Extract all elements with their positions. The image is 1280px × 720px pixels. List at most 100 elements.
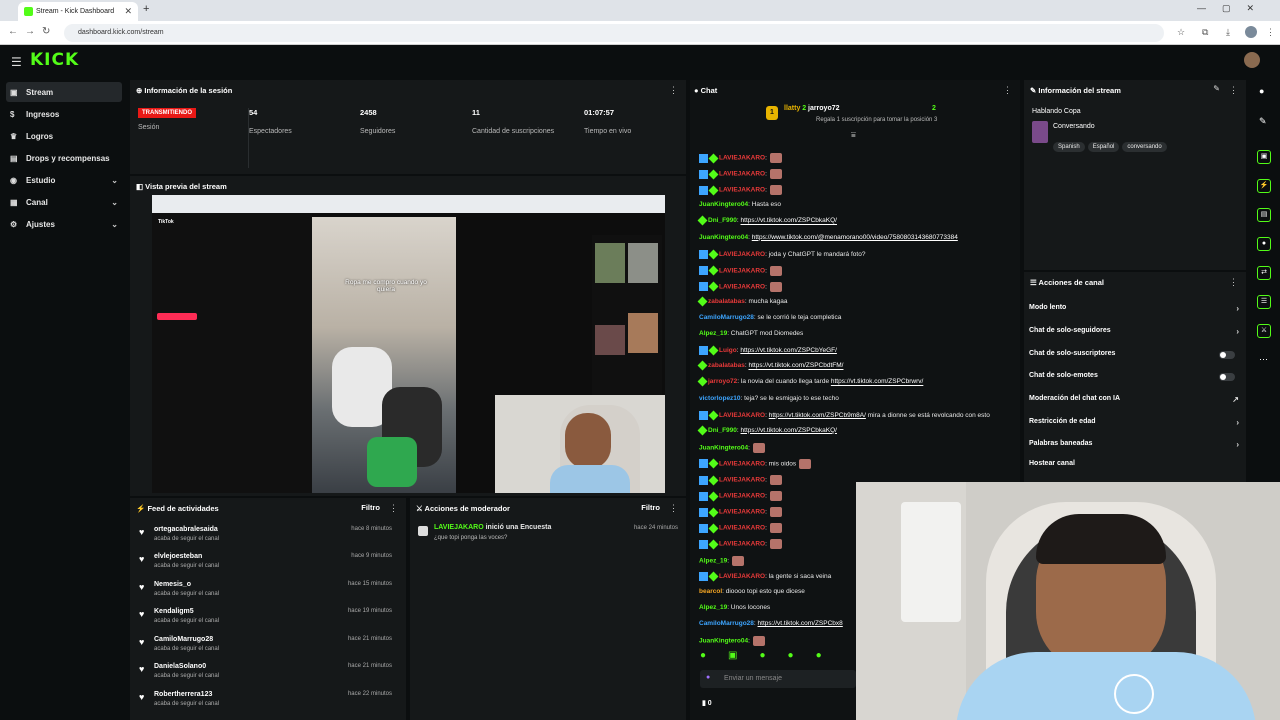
chat-widget-icon[interactable]: ●: [1257, 237, 1271, 251]
extensions-icon[interactable]: ⧉: [1202, 27, 1208, 38]
action-host-channel[interactable]: Hostear canal: [1029, 460, 1239, 476]
chat-username[interactable]: JuanKingtero04: [699, 234, 748, 241]
action-slow-mode[interactable]: Modo lento ›: [1029, 304, 1239, 320]
chat-username[interactable]: LAVIEJAKARO: [719, 267, 765, 274]
edit-icon[interactable]: ✎: [1213, 84, 1220, 93]
share-widget-icon[interactable]: ⇄: [1257, 266, 1271, 280]
chat-link[interactable]: https://vt.tiktok.com/ZSPCbx8: [758, 620, 843, 627]
chat-text: : joda y ChatGPT le mandará foto?: [765, 250, 866, 258]
chat-username[interactable]: victorlopez10: [699, 395, 741, 402]
sidebar-item-logros[interactable]: ♛ Logros: [6, 126, 122, 146]
activity-feed-panel: ⚡ Feed de actividades Filtro ⋮ ♥ ortegaca…: [130, 498, 406, 720]
chat-username[interactable]: LAVIEJAKARO: [719, 251, 765, 258]
action-age-restriction[interactable]: Restricción de edad ›: [1029, 418, 1239, 434]
chat-username[interactable]: JuanKingtero04: [699, 638, 748, 645]
chat-link[interactable]: https://vt.tiktok.com/ZSPCbkaKQ/: [741, 218, 837, 225]
nodes-icon[interactable]: ⋯: [1259, 354, 1268, 365]
chat-username[interactable]: bearcol: [699, 588, 722, 595]
action-ai-moderation[interactable]: Moderación del chat con IA ↗: [1029, 395, 1239, 411]
hamburger-menu-icon[interactable]: ☰: [11, 55, 22, 69]
chat-link[interactable]: https://www.tiktok.com/@menamorano00/vid…: [752, 234, 958, 241]
stream-preview-video[interactable]: TikTok Ropa me compro cuando yo quiera: [152, 195, 665, 493]
chat-username[interactable]: zabalatabas: [708, 298, 745, 305]
chat-username[interactable]: zabalatabas: [708, 363, 745, 370]
chat-username[interactable]: CamiloMarrugo28: [699, 620, 754, 627]
panel-menu-icon[interactable]: ⋮: [669, 85, 678, 96]
close-tab-icon[interactable]: ✕: [124, 6, 132, 17]
info-icon[interactable]: ●: [1259, 86, 1264, 96]
feed-filter-button[interactable]: Filtro: [361, 503, 380, 512]
chat-username[interactable]: jarroyo72: [708, 379, 737, 386]
sidebar-item-drops[interactable]: ▤ Drops y recompensas: [6, 148, 122, 168]
chat-input[interactable]: ● Enviar un mensaje: [700, 670, 856, 688]
chat-username[interactable]: LAVIEJAKARO: [719, 493, 765, 500]
chat-username[interactable]: LAVIEJAKARO: [719, 461, 765, 468]
chat-username[interactable]: LAVIEJAKARO: [719, 541, 765, 548]
session-widget-icon[interactable]: ▤: [1257, 208, 1271, 222]
chat-link[interactable]: https://vt.tiktok.com/ZSPCbdtFM/: [748, 363, 843, 370]
emote-bar[interactable]: ●▣●●●: [700, 650, 844, 661]
chat-username[interactable]: Dni_F990: [708, 218, 737, 225]
chat-username[interactable]: LAVIEJAKARO: [719, 509, 765, 516]
chevron-right-icon: ›: [1236, 440, 1239, 449]
kick-logo[interactable]: KICK: [30, 50, 79, 70]
mod-widget-icon[interactable]: ⚔: [1257, 324, 1271, 338]
window-controls[interactable]: —▢✕: [1197, 3, 1270, 14]
chat-link[interactable]: https://vt.tiktok.com/ZSPCbkaKQ/: [741, 427, 837, 434]
chat-username[interactable]: JuanKingtero04: [699, 201, 748, 208]
browser-tab[interactable]: Stream - Kick Dashboard ✕: [18, 2, 138, 21]
lightning-widget-icon[interactable]: ⚡: [1257, 179, 1271, 193]
action-banned-words[interactable]: Palabras baneadas ›: [1029, 440, 1239, 456]
bookmark-star-icon[interactable]: ☆: [1177, 27, 1185, 38]
sidebar-item-ajustes[interactable]: ⚙ Ajustes ⌄: [6, 214, 122, 234]
points-counter[interactable]: ▮ 0: [702, 699, 712, 707]
sidebar-item-ingresos[interactable]: $ Ingresos: [6, 104, 122, 124]
toggle-switch[interactable]: [1219, 373, 1235, 381]
toggle-switch[interactable]: [1219, 351, 1235, 359]
chat-username[interactable]: LAVIEJAKARO: [719, 573, 765, 580]
chat-username[interactable]: Alpez_19: [699, 557, 727, 564]
action-emotes-only[interactable]: Chat de solo-emotes: [1029, 372, 1239, 388]
panel-menu-icon[interactable]: ⋮: [1229, 277, 1238, 288]
pencil-icon[interactable]: ✎: [1259, 116, 1267, 127]
sidebar-item-canal[interactable]: ▦ Canal ⌄: [6, 192, 122, 212]
chat-link[interactable]: https://vt.tiktok.com/ZSPCb9m8A/: [769, 412, 866, 419]
chat-link[interactable]: https://vt.tiktok.com/ZSPCbYeGF/: [740, 347, 837, 354]
chat-link[interactable]: https://vt.tiktok.com/ZSPCbrwrv/: [831, 379, 923, 386]
panel-menu-icon[interactable]: ⋮: [389, 503, 398, 514]
chat-username[interactable]: LAVIEJAKARO: [719, 477, 765, 484]
chat-username[interactable]: JuanKingtero04: [699, 445, 748, 452]
back-icon[interactable]: ←: [8, 26, 18, 37]
new-tab-icon[interactable]: +: [143, 3, 149, 15]
chat-username[interactable]: LAVIEJAKARO: [719, 412, 765, 419]
chat-username[interactable]: CamiloMarrugo28: [699, 314, 754, 321]
chat-username[interactable]: Luigo: [719, 347, 737, 354]
url-field[interactable]: dashboard.kick.com/stream: [64, 24, 1164, 42]
chat-username[interactable]: Dni_F990: [708, 427, 737, 434]
chat-username[interactable]: LAVIEJAKARO: [719, 171, 765, 178]
browser-menu-icon[interactable]: ⋮: [1266, 27, 1275, 38]
sidebar-item-estudio[interactable]: ◉ Estudio ⌄: [6, 170, 122, 190]
chat-username[interactable]: LAVIEJAKARO: [719, 155, 765, 162]
action-subscribers-only[interactable]: Chat de solo-suscriptores: [1029, 350, 1239, 366]
user-avatar[interactable]: [1244, 52, 1260, 68]
kick-favicon-icon: [24, 7, 33, 16]
chat-username[interactable]: Alpez_19: [699, 330, 727, 337]
forward-icon[interactable]: →: [25, 26, 35, 37]
video-widget-icon[interactable]: ▣: [1257, 150, 1271, 164]
mod-filter-button[interactable]: Filtro: [641, 503, 660, 512]
download-icon[interactable]: ⤓: [1226, 27, 1230, 38]
browser-profile-avatar[interactable]: [1245, 26, 1257, 38]
chat-username[interactable]: LAVIEJAKARO: [719, 187, 765, 194]
panel-menu-icon[interactable]: ⋮: [669, 503, 678, 514]
panel-menu-icon[interactable]: ⋮: [1229, 85, 1238, 96]
panel-menu-icon[interactable]: ⋮: [1003, 85, 1012, 96]
chat-username[interactable]: LAVIEJAKARO: [719, 525, 765, 532]
action-followers-only[interactable]: Chat de solo-seguidores ›: [1029, 327, 1239, 343]
collapse-icon[interactable]: ⩸: [851, 130, 856, 140]
reload-icon[interactable]: ↻: [42, 26, 50, 37]
chat-username[interactable]: Alpez_19: [699, 604, 727, 611]
list-widget-icon[interactable]: ☰: [1257, 295, 1271, 309]
sidebar-item-stream[interactable]: ▣ Stream: [6, 82, 122, 102]
chat-username[interactable]: LAVIEJAKARO: [719, 284, 765, 291]
